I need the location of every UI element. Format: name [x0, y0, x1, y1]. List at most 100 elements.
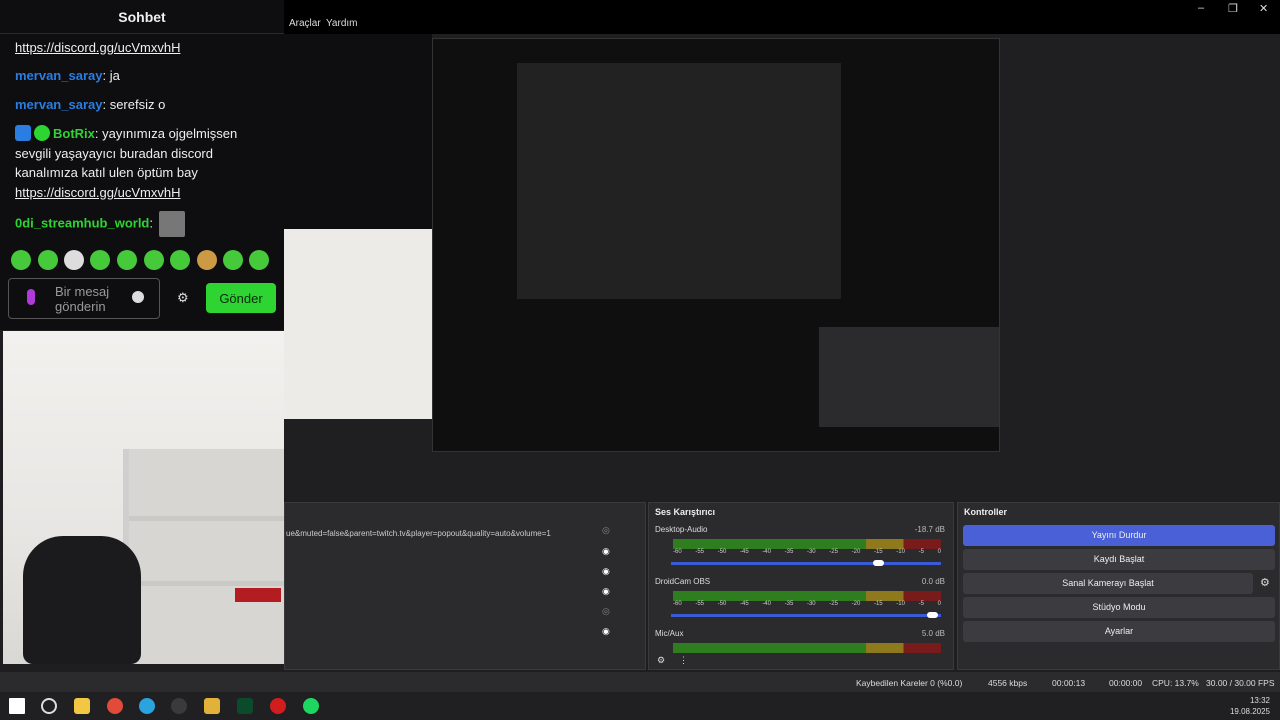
chat-message[interactable]: https://discord.gg/ucVmxvhH [15, 38, 276, 58]
channel-db: -18.7 dB [914, 525, 945, 534]
nested-chat-capture [284, 34, 432, 229]
chrome-icon[interactable] [107, 698, 123, 714]
minimize-icon[interactable]: – [1198, 2, 1204, 14]
chat-username[interactable]: mervan_saray [15, 68, 102, 83]
settings-gear-icon[interactable]: ⚙ [177, 290, 189, 306]
meter-ticks: -60 -55 -50 -45 -40 -35 -30 -25 -20 -15 -10 -5 0 [673, 601, 941, 607]
audition-icon[interactable] [237, 698, 253, 714]
spotify-icon[interactable] [303, 698, 319, 714]
volume-slider[interactable] [671, 560, 941, 566]
obs-statusbar: Kaybedilen Kareler 0 (%0.0) 4556 kbps 00… [0, 672, 1280, 692]
emote-icon[interactable] [144, 250, 164, 270]
clock-date: 19.08.2025 [1229, 707, 1270, 716]
emote-icon[interactable] [223, 250, 243, 270]
nested-webcam-capture [284, 229, 432, 419]
audio-mixer-dock: Ses Karıştırıcı Desktop-Audio -18.7 dB -… [648, 502, 954, 670]
verified-badge-icon [34, 125, 50, 141]
volume-slider[interactable] [671, 612, 941, 618]
nested-preview [517, 63, 841, 299]
start-virtual-camera-button[interactable]: Sanal Kamerayı Başlat [963, 573, 1253, 594]
channel-name: Mic/Aux [655, 629, 684, 638]
red-object [235, 588, 281, 602]
stop-stream-button[interactable]: Yayını Durdur [963, 525, 1275, 546]
studio-mode-button[interactable]: Stüdyo Modu [963, 597, 1275, 618]
chat-message: 0di_streamhub_world: [15, 211, 276, 237]
chat-message[interactable]: https://discord.gg/ucVmxvhH [15, 183, 276, 203]
obs-icon[interactable] [171, 698, 187, 714]
file-explorer-icon[interactable] [74, 698, 90, 714]
nested-controls [819, 327, 999, 427]
webcam-feed [3, 331, 284, 664]
meter-ticks: -60 -55 -50 -45 -40 -35 -30 -25 -20 -15 -10 -5 0 [673, 549, 941, 555]
app-icon[interactable] [204, 698, 220, 714]
channel-name: Desktop-Audio [655, 525, 708, 534]
shelf [129, 516, 284, 521]
eye-hidden-icon[interactable]: ◎ [602, 525, 610, 536]
shelf [129, 581, 284, 586]
chat-message: mervan_saray: ja [15, 66, 276, 86]
chat-message: BotRix: yayınımıza ojgelmişsen sevgili y… [15, 124, 276, 183]
close-icon[interactable]: ✕ [1259, 2, 1268, 15]
source-item-label[interactable]: ue&muted=false&parent=twitch.tv&player=p… [286, 529, 586, 538]
telegram-icon[interactable] [139, 698, 155, 714]
emote-icon[interactable] [64, 250, 84, 270]
emote-icon[interactable] [170, 250, 190, 270]
eye-icon[interactable]: ◉ [602, 566, 610, 577]
channel-db: 5.0 dB [921, 629, 945, 638]
emote-icon[interactable] [117, 250, 137, 270]
sources-dock: ue&muted=false&parent=twitch.tv&player=p… [284, 502, 646, 670]
windows-taskbar: 13:32 19.08.2025 [0, 692, 1280, 720]
emote-icon[interactable] [197, 250, 217, 270]
eye-icon[interactable]: ◉ [602, 586, 610, 597]
eye-icon[interactable]: ◉ [602, 626, 610, 637]
volume-meter [673, 643, 941, 653]
stream-time: 00:00:13 [1052, 678, 1086, 688]
chat-username[interactable]: BotRix [53, 126, 95, 141]
mixer-title: Ses Karıştırıcı [655, 507, 716, 517]
search-icon[interactable] [41, 698, 57, 714]
menu-tools[interactable]: Araçlar [289, 18, 321, 29]
volume-meter [673, 591, 941, 601]
channel-db: 0.0 dB [921, 577, 945, 586]
record-time: 00:00:00 [1109, 678, 1143, 688]
mixer-settings-icon[interactable]: ⚙ [657, 655, 665, 666]
chat-title: Sohbet [0, 0, 284, 34]
chat-text: : [149, 215, 153, 231]
channel-name: DroidCam OBS [655, 577, 711, 586]
controls-dock: Kontroller Yayını Durdur Kaydı Başlat Sa… [957, 502, 1280, 670]
mixer-menu-icon[interactable]: ⋮ [679, 655, 688, 666]
chat-text: : ja [102, 68, 120, 83]
emote-icon[interactable] [38, 250, 58, 270]
chat-panel: Sohbet https://discord.gg/ucVmxvhH merva… [0, 0, 284, 330]
windows-start-icon[interactable] [9, 698, 25, 714]
chat-text: : serefsiz o [102, 97, 166, 112]
dropped-frames: Kaybedilen Kareler 0 (%0.0) [856, 678, 963, 688]
moderator-badge-icon [15, 125, 31, 141]
emote-icon[interactable] [11, 250, 31, 270]
eye-icon[interactable]: ◉ [602, 546, 610, 557]
maximize-icon[interactable]: ❐ [1228, 2, 1238, 15]
menu-help[interactable]: Yardım [326, 18, 358, 29]
eye-hidden-icon[interactable]: ◎ [602, 606, 610, 617]
emote-icon[interactable] [90, 250, 110, 270]
mic-icon[interactable] [27, 289, 35, 305]
fps: 30.00 / 30.00 FPS [1206, 678, 1275, 688]
bitrate: 4556 kbps [988, 678, 1028, 688]
opera-icon[interactable] [270, 698, 286, 714]
chat-input-placeholder: Bir mesaj gönderin [55, 284, 110, 314]
slider-knob[interactable] [927, 612, 938, 618]
virtual-camera-settings-icon[interactable]: ⚙ [1260, 576, 1270, 589]
controls-title: Kontroller [964, 507, 1008, 517]
emoji-icon[interactable] [132, 291, 144, 303]
nested-screen-capture [432, 38, 1000, 452]
chat-username[interactable]: 0di_streamhub_world [15, 215, 149, 230]
send-button[interactable]: Gönder [206, 283, 276, 313]
start-recording-button[interactable]: Kaydı Başlat [963, 549, 1275, 570]
slider-knob[interactable] [873, 560, 884, 566]
volume-meter [673, 539, 941, 549]
emote-image [159, 211, 185, 237]
gaming-chair [23, 536, 141, 664]
settings-button[interactable]: Ayarlar [963, 621, 1275, 642]
emote-icon[interactable] [249, 250, 269, 270]
chat-username[interactable]: mervan_saray [15, 97, 102, 112]
